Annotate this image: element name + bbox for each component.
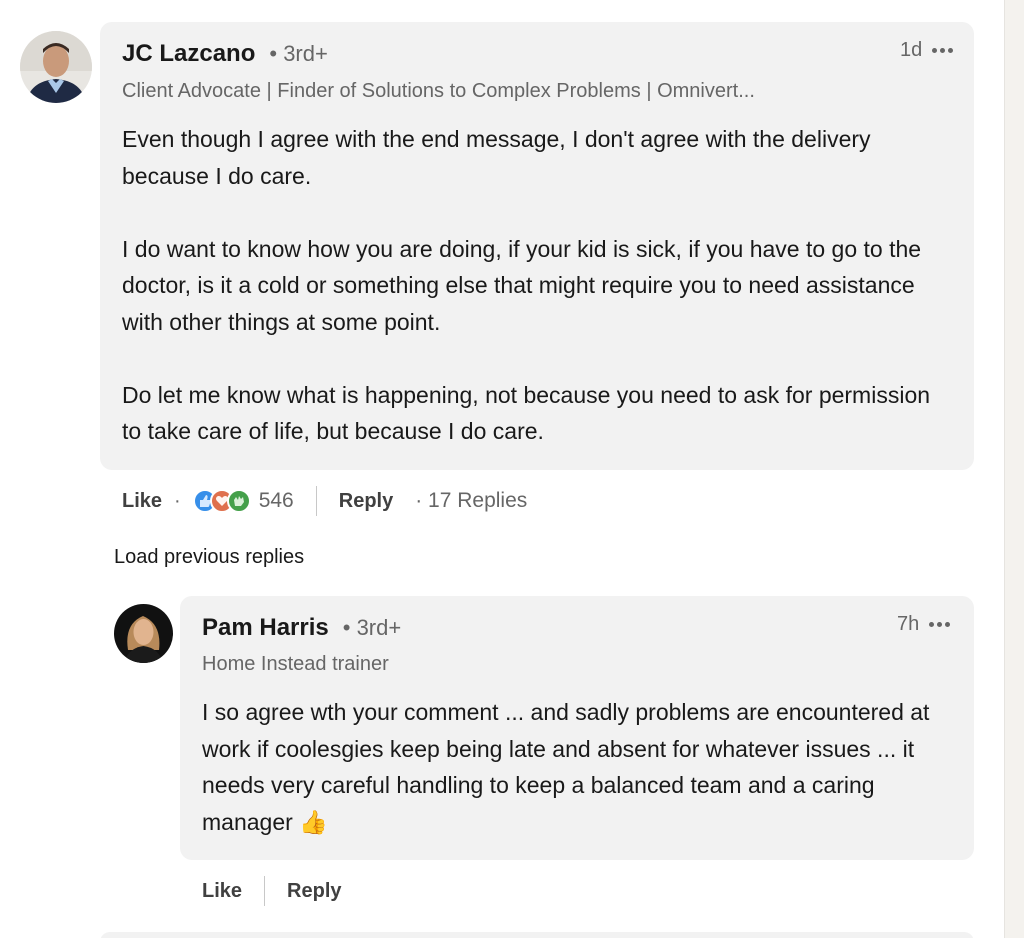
avatar-image [20, 31, 92, 103]
reply-button[interactable]: Reply [339, 490, 393, 513]
load-previous-replies-link[interactable]: Load previous replies [114, 546, 304, 569]
connection-degree: • 3rd+ [342, 615, 402, 640]
connection-degree: • 3rd+ [269, 41, 328, 66]
comment-paragraph: Even though I agree with the end message… [122, 126, 871, 189]
more-options-icon[interactable] [932, 48, 954, 53]
scrollbar-track[interactable] [1004, 0, 1024, 938]
reply-text: I so agree wth your comment ... and sadl… [202, 694, 942, 840]
avatar-jc-lazcano[interactable] [20, 31, 92, 103]
like-button[interactable]: Like [122, 490, 162, 513]
like-button[interactable]: Like [202, 880, 242, 903]
reaction-count[interactable]: 546 [259, 489, 294, 513]
timestamp: 7h [897, 613, 920, 635]
author-headline: Client Advocate | Finder of Solutions to… [122, 80, 755, 102]
comment-paragraph: I do want to know how you are doing, if … [122, 235, 922, 335]
divider [315, 486, 317, 516]
more-options-icon[interactable] [929, 622, 951, 627]
comment-actions: Like · 546 Reply · 17 Replies [122, 486, 527, 516]
reactions-summary[interactable] [192, 489, 251, 513]
celebrate-icon [226, 489, 251, 513]
next-comment-bubble [100, 932, 974, 938]
comment-paragraph: Do let me know what is happening, not be… [122, 381, 931, 445]
avatar-pam-harris[interactable] [114, 604, 173, 663]
reply-actions: Like Reply [202, 876, 342, 906]
comment-text: Even though I agree with the end message… [122, 121, 952, 450]
timestamp: 1d [900, 39, 923, 61]
author-headline: Home Instead trainer [202, 653, 389, 675]
thumbs-up-emoji-icon: 👍 [299, 808, 328, 835]
author-name[interactable]: JC Lazcano [122, 40, 255, 68]
divider [264, 876, 266, 906]
author-name[interactable]: Pam Harris [202, 614, 329, 642]
replies-count-link[interactable]: · 17 Replies [415, 489, 527, 513]
separator-dot: · [174, 489, 181, 512]
avatar-image [114, 604, 173, 663]
reply-button[interactable]: Reply [287, 880, 341, 903]
